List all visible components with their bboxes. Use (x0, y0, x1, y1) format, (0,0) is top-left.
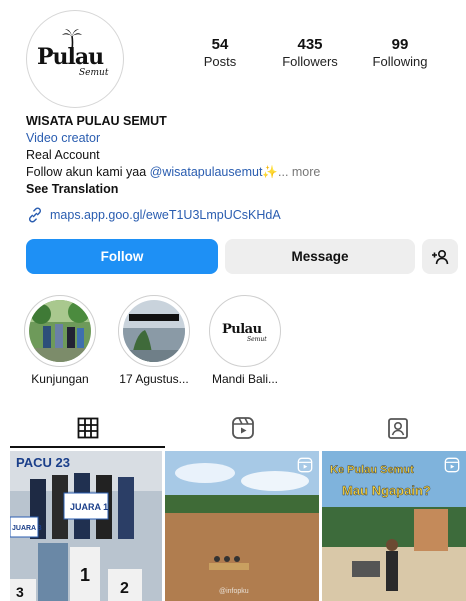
highlight-logo-subtext: Semut (247, 336, 267, 343)
grid-icon (77, 417, 98, 439)
add-person-icon (432, 249, 449, 264)
profile-link[interactable]: maps.app.goo.gl/eweT1U3LmpUCsKHdA (26, 206, 281, 224)
active-tab-indicator (10, 446, 165, 448)
post-overlay-text: Ke Pulau Semut (330, 464, 414, 476)
profile-logo: Pulau Semut (35, 29, 115, 84)
highlight-cover: Pulau Semut (214, 300, 276, 362)
highlight-label: Mandi Bali... (211, 372, 279, 386)
see-translation-link[interactable]: See Translation (26, 181, 446, 198)
reels-icon (231, 417, 254, 439)
reel-badge (444, 457, 460, 478)
highlight-17-agustus[interactable]: 17 Agustus... (116, 295, 192, 386)
posts-grid: PACU 23 JUARA 1 JUARA 3 1 2 3 @infopku K… (10, 451, 466, 601)
link-icon (28, 207, 42, 223)
reel-badge (297, 457, 313, 478)
post-badge-text: JUARA 3 (12, 525, 42, 532)
profile-tabs (0, 410, 466, 448)
highlight-cover (29, 300, 91, 362)
bio-follow-prefix: Follow akun kami yaa (26, 165, 150, 179)
profile-link-text: maps.app.goo.gl/eweT1U3LmpUCsKHdA (50, 208, 281, 222)
profile-name: WISATA PULAU SEMUT (26, 114, 167, 128)
svg-text:3: 3 (16, 584, 24, 600)
posts-value: 54 (211, 36, 229, 53)
bio-line: Real Account (26, 148, 100, 162)
follow-button[interactable]: Follow (26, 239, 218, 274)
tagged-icon (387, 418, 408, 439)
post-badge-text: JUARA 1 (70, 502, 108, 512)
highlight-mandi-bali[interactable]: Pulau Semut Mandi Bali... (207, 295, 283, 386)
logo-text: Pulau (37, 44, 104, 70)
highlight-logo: Pulau Semut (221, 316, 269, 346)
profile-category[interactable]: Video creator (26, 130, 446, 147)
posts-label: Posts (203, 54, 237, 69)
profile-bio: WISATA PULAU SEMUT Video creator Real Ac… (26, 113, 446, 198)
highlight-label: 17 Agustus... (119, 372, 189, 386)
post-overlay-text: PACU 23 (16, 455, 70, 470)
followers-value: 435 (297, 36, 323, 53)
highlight-kunjungan[interactable]: Kunjungan (22, 295, 98, 386)
highlight-ring (24, 295, 96, 367)
highlight-label: Kunjungan (31, 372, 89, 386)
suggested-accounts-button[interactable] (422, 239, 458, 274)
reels-icon (297, 457, 313, 473)
svg-text:1: 1 (80, 565, 90, 585)
highlight-ring: Pulau Semut (209, 295, 281, 367)
post-overlay-text: Mau Ngapain? (342, 483, 431, 498)
tab-tagged[interactable] (320, 410, 466, 446)
post-watermark: @infopku (219, 588, 249, 595)
highlight-logo-text: Pulau (222, 322, 262, 337)
profile-avatar[interactable]: Pulau Semut (26, 10, 124, 108)
message-button[interactable]: Message (225, 239, 415, 274)
bio-follow-line: Follow akun kami yaa @wisatapulausemut✨.… (26, 164, 446, 181)
followers-count[interactable]: 435 Followers (275, 36, 345, 70)
tab-reels[interactable] (165, 410, 320, 446)
bio-mention-link[interactable]: @wisatapulausemut (150, 165, 263, 179)
reels-icon (444, 457, 460, 473)
post-image-river: @infopku (165, 451, 319, 601)
followers-label: Followers (282, 54, 338, 69)
tab-posts-grid[interactable] (10, 410, 165, 446)
logo-subtext: Semut (79, 68, 109, 78)
post-image-podium: PACU 23 JUARA 1 JUARA 3 1 2 3 (10, 451, 162, 601)
highlight-cover (123, 300, 185, 362)
post-thumbnail[interactable]: Ke Pulau Semut Mau Ngapain? (322, 451, 466, 601)
svg-text:2: 2 (120, 580, 129, 597)
following-value: 99 (391, 36, 409, 53)
posts-count[interactable]: 54 Posts (195, 36, 245, 70)
post-thumbnail[interactable]: PACU 23 JUARA 1 JUARA 3 1 2 3 (10, 451, 162, 601)
sparkle-emoji: ✨ (262, 165, 278, 179)
bio-more-link[interactable]: ... more (278, 165, 320, 179)
following-count[interactable]: 99 Following (366, 36, 434, 70)
following-label: Following (372, 54, 428, 69)
highlight-ring (118, 295, 190, 367)
post-thumbnail[interactable]: @infopku (165, 451, 319, 601)
